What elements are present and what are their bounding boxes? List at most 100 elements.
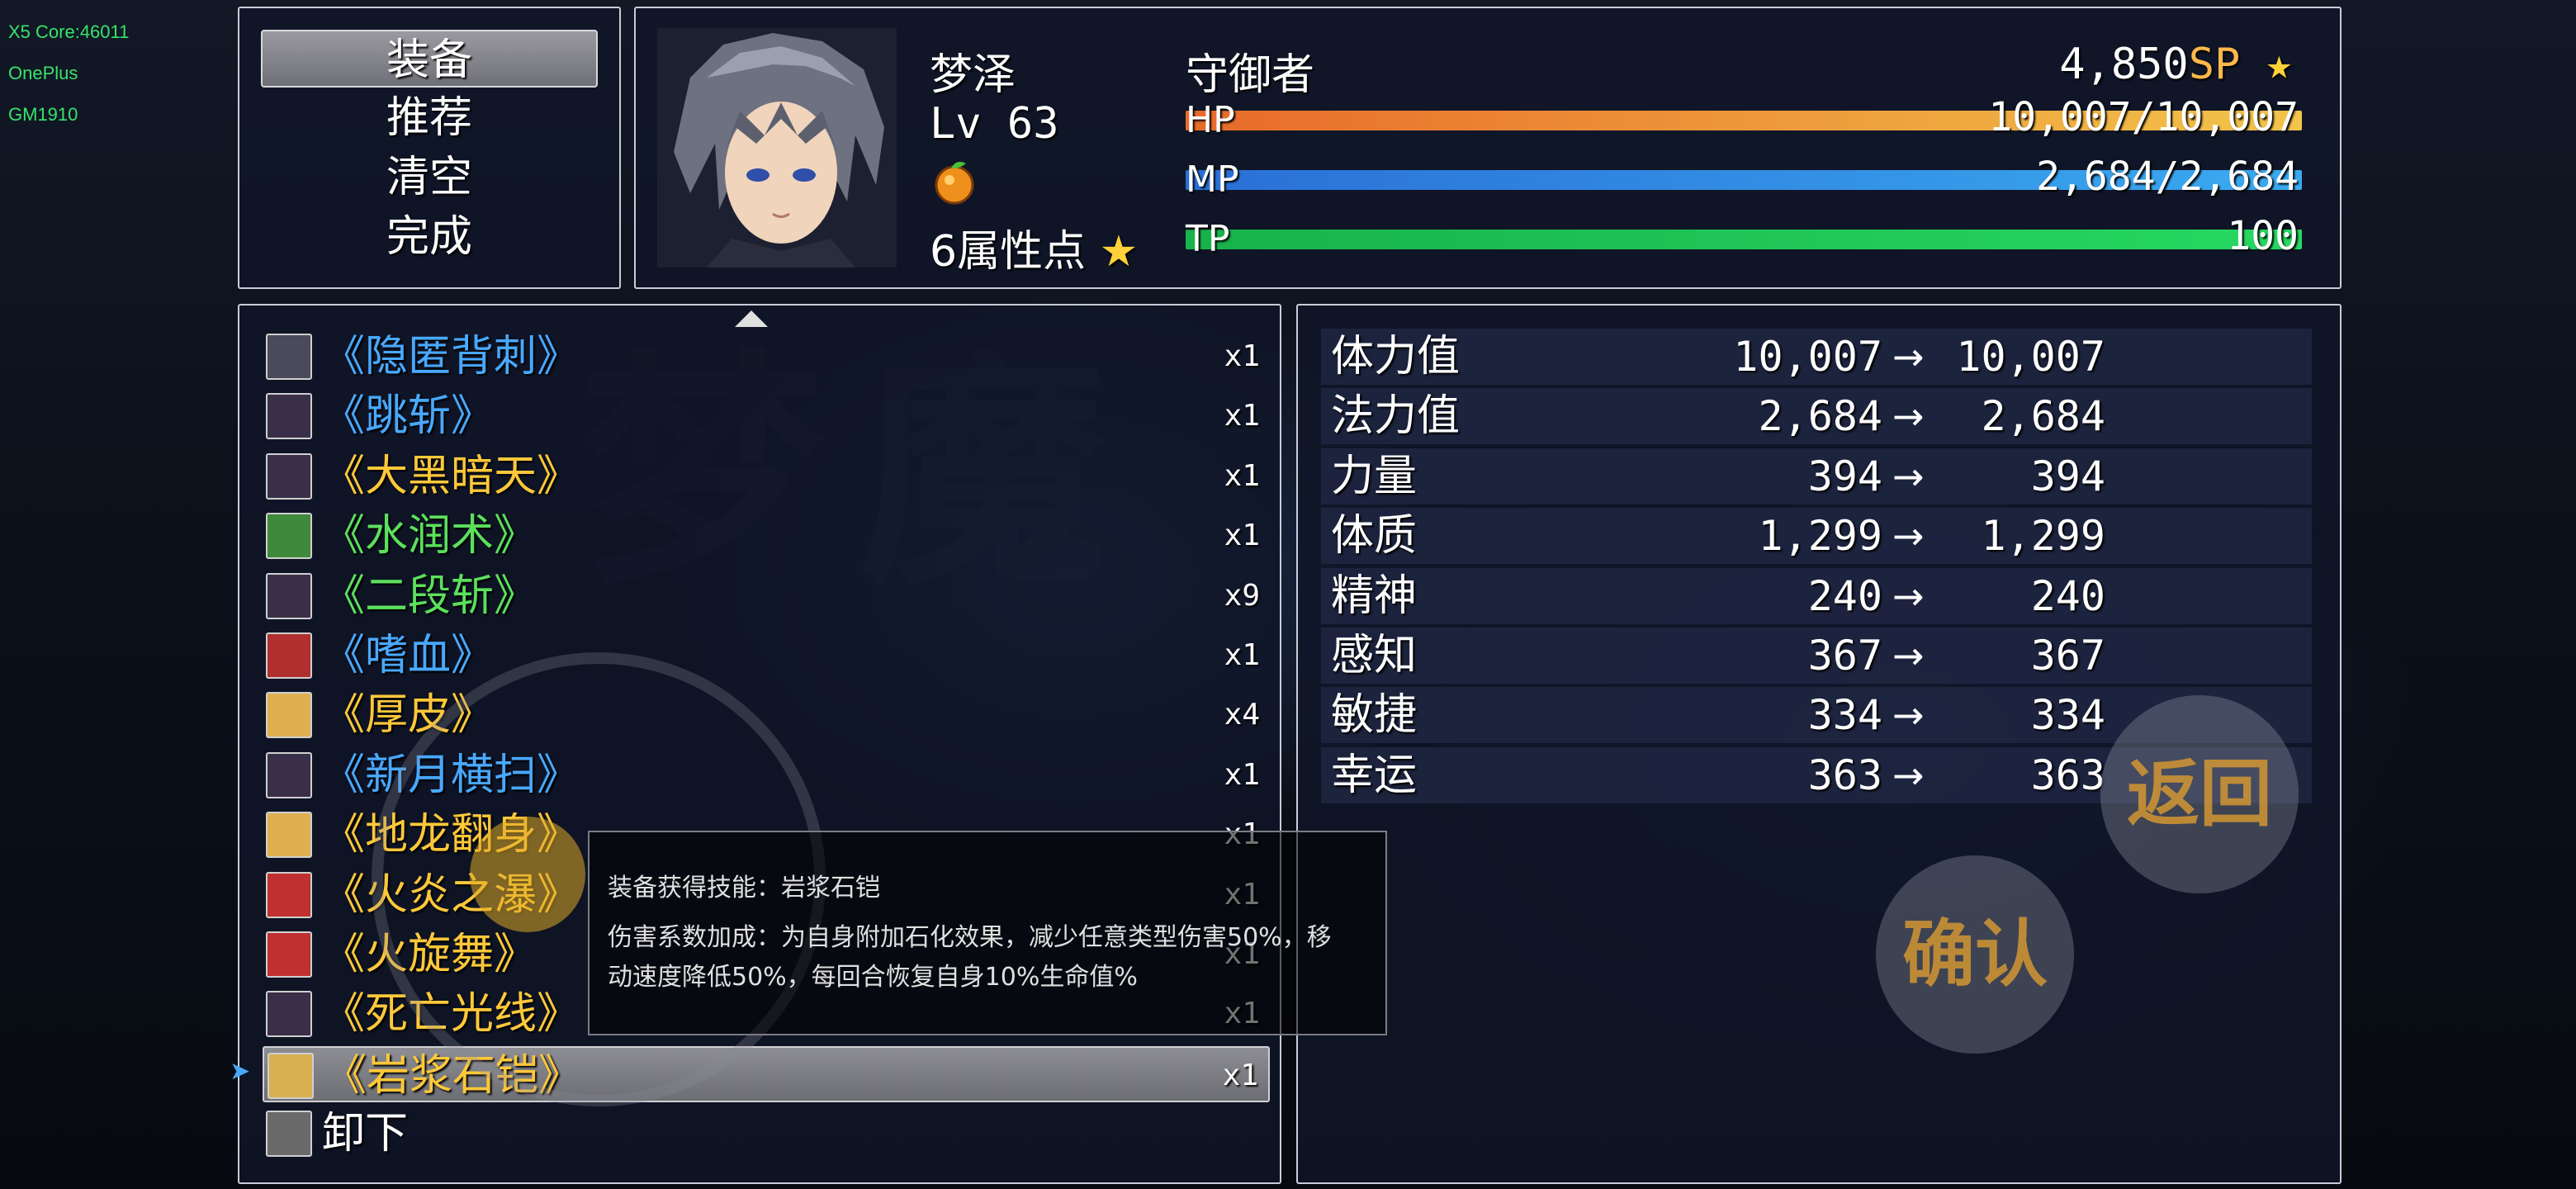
tp-gauge	[1186, 230, 2302, 249]
actor-sp: 4,850SP ★	[2059, 40, 2292, 89]
actor-name: 梦泽	[930, 50, 1016, 100]
orange-fruit-icon	[930, 157, 979, 206]
param-row: 精神 240 → 240	[1321, 567, 2312, 624]
fire-icon	[266, 871, 312, 918]
joystick-knob[interactable]	[470, 817, 585, 932]
attr-points-value: 6	[930, 227, 958, 277]
param-current-value: 363	[1807, 751, 1882, 799]
attr-points-label: 属性点	[957, 227, 1087, 277]
right-arrow-icon: →	[1892, 334, 1925, 379]
skill-name: 《水润术》	[322, 511, 537, 561]
right-arrow-icon: →	[1892, 633, 1925, 678]
sp-value: 4,850	[2059, 40, 2189, 89]
skill-list-item[interactable]: 《水润术》 x1	[263, 508, 1270, 564]
scroll-up-arrow-icon[interactable]	[735, 310, 768, 327]
param-current-value: 10,007	[1733, 333, 1882, 381]
dragon-icon	[266, 812, 312, 859]
param-current-value: 1,299	[1758, 512, 1882, 561]
param-new-value: 394	[2030, 452, 2105, 500]
skill-count: x1	[1222, 1058, 1258, 1092]
slash-icon	[266, 751, 312, 798]
tp-label: TP	[1186, 218, 1230, 260]
mp-label: MP	[1186, 159, 1239, 201]
skill-name: 《大黑暗天》	[322, 451, 580, 501]
command-clear[interactable]: 清空	[261, 149, 598, 206]
wing-icon	[266, 452, 312, 500]
param-name: 体力值	[1331, 332, 1461, 381]
skill-count: x1	[1224, 519, 1260, 553]
skill-list-item[interactable]: 卸下	[263, 1106, 1270, 1162]
tooltip-line-2: 伤害系数加成：为自身附加石化效果，减少任意类型伤害50%，移	[608, 923, 1332, 952]
param-new-value: 240	[2030, 571, 2105, 620]
param-name: 敏捷	[1331, 690, 1418, 741]
skill-tooltip: 装备获得技能：岩浆石铠 伤害系数加成：为自身附加石化效果，减少任意类型伤害50%…	[588, 831, 1387, 1035]
sp-unit: SP	[2188, 40, 2241, 89]
slash-icon	[266, 393, 312, 440]
skill-count: x1	[1224, 458, 1260, 493]
skill-count: x1	[1224, 757, 1260, 792]
empty-slot-icon	[266, 1111, 312, 1158]
shield-icon	[268, 1052, 314, 1099]
tp-value: 100	[2227, 213, 2299, 259]
param-row: 感知 367 → 367	[1321, 628, 2312, 684]
actor-portrait	[657, 28, 897, 268]
right-arrow-icon: →	[1892, 394, 1925, 439]
command-equip[interactable]: 装备	[261, 30, 598, 88]
skill-count: x1	[1224, 339, 1260, 373]
right-arrow-icon: →	[1892, 514, 1925, 559]
status-window: 梦泽 Lv 63 6属性点 ★ 守御者 4,850SP ★ HP 10,007/…	[634, 7, 2342, 289]
cursor-arrow-icon: ➤	[230, 1057, 251, 1086]
param-new-value: 2,684	[1981, 392, 2105, 441]
param-current-value: 394	[1807, 452, 1882, 500]
back-button[interactable]: 返回	[2100, 695, 2299, 893]
param-name: 体质	[1331, 511, 1418, 561]
sp-star-icon: ★	[2266, 40, 2292, 89]
param-current-value: 334	[1807, 691, 1882, 740]
right-arrow-icon: →	[1892, 573, 1925, 618]
skill-count: x9	[1224, 578, 1260, 613]
hp-value: 10,007/10,007	[1988, 94, 2299, 140]
blood-sword-icon	[266, 632, 312, 679]
skill-name: 《隐匿背刺》	[322, 332, 580, 381]
param-new-value: 10,007	[1956, 333, 2105, 381]
param-new-value: 363	[2030, 751, 2105, 799]
crescent-icon	[266, 572, 312, 619]
skill-list-item[interactable]: 《嗜血》 x1	[263, 628, 1270, 684]
param-name: 幸运	[1331, 750, 1418, 800]
crescent-icon	[266, 991, 312, 1038]
confirm-button[interactable]: 确认	[1876, 855, 2074, 1054]
actor-level: Lv 63	[930, 99, 1059, 149]
right-arrow-icon: →	[1892, 693, 1925, 738]
cross-icon	[266, 513, 312, 560]
command-done[interactable]: 完成	[261, 208, 598, 266]
param-name: 感知	[1331, 631, 1418, 680]
actor-attr-points: 6属性点 ★	[930, 216, 1138, 278]
skill-list-item[interactable]: 《二段斩》 x9	[263, 568, 1270, 624]
skill-count: x4	[1224, 698, 1260, 732]
dagger-icon	[266, 334, 312, 380]
param-name: 力量	[1331, 451, 1418, 501]
skill-list-item[interactable]: 《岩浆石铠》 x1	[263, 1045, 1270, 1102]
param-row: 力量 394 → 394	[1321, 448, 2312, 504]
skill-list-item[interactable]: 《隐匿背刺》 x1	[263, 329, 1270, 385]
skill-list-item[interactable]: 《大黑暗天》 x1	[263, 448, 1270, 504]
param-current-value: 2,684	[1758, 392, 1882, 441]
param-name: 精神	[1331, 571, 1418, 621]
mp-value: 2,684/2,684	[2036, 154, 2299, 200]
param-current-value: 240	[1807, 571, 1882, 620]
tooltip-line-1: 装备获得技能：岩浆石铠	[608, 874, 880, 902]
debug-device-label: OnePlus	[8, 63, 78, 83]
param-current-value: 367	[1807, 632, 1882, 680]
game-screen: 梦魔 X5 Core:46011 OnePlus GM1910 装备 推荐 清空…	[0, 0, 2576, 1189]
param-row: 体力值 10,007 → 10,007	[1321, 329, 2312, 385]
command-recommend[interactable]: 推荐	[261, 89, 598, 147]
tooltip-line-3: 动速度降低50%，每回合恢复自身10%生命值%	[608, 963, 1138, 992]
skill-name: 《嗜血》	[322, 631, 495, 680]
param-new-value: 367	[2030, 632, 2105, 680]
right-arrow-icon: →	[1892, 453, 1925, 499]
skill-name: 《跳斩》	[322, 391, 495, 442]
skill-list-item[interactable]: 《跳斩》 x1	[263, 388, 1270, 444]
right-arrow-icon: →	[1892, 752, 1925, 798]
fire-spiral-icon	[266, 931, 312, 978]
actor-class: 守御者	[1186, 50, 1315, 100]
